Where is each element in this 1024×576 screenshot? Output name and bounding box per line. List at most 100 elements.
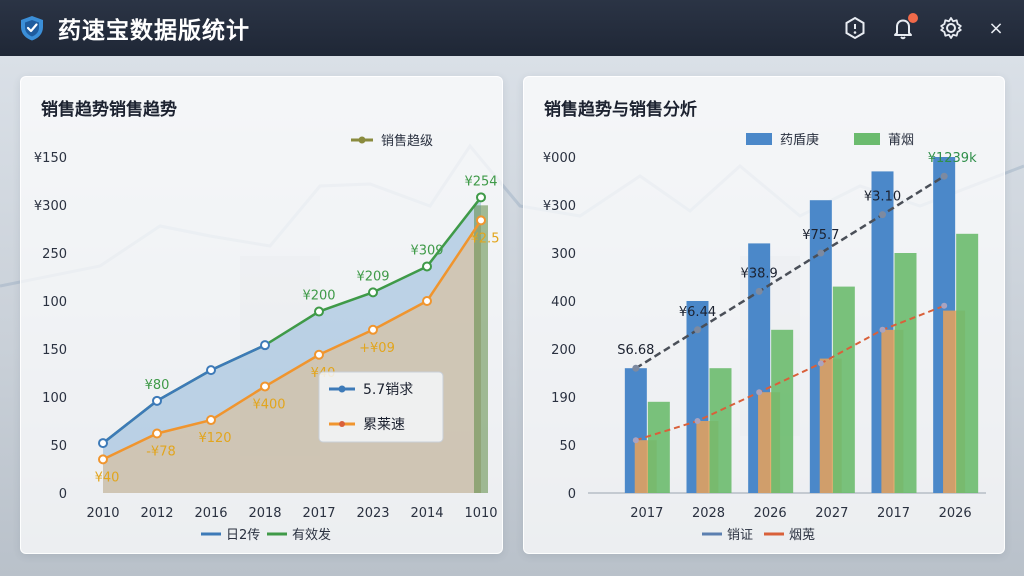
data-point-series2 xyxy=(260,381,270,392)
data-label-series1: ¥309 xyxy=(410,243,443,258)
legend-label-series1: 药盾庚 xyxy=(780,132,819,148)
data-label-series2: ¥2.5 xyxy=(471,231,500,246)
legend-bottom-label: 烟莵 xyxy=(789,528,815,543)
trend-label-upper: ¥75.7 xyxy=(802,228,839,243)
y-tick-label: 50 xyxy=(50,439,67,454)
legend-label-series2: 累莱速 xyxy=(363,417,405,433)
app-title: 药速宝数据版统计 xyxy=(58,18,250,44)
trend-point-lower xyxy=(941,302,948,309)
data-point-series2 xyxy=(98,454,108,465)
top-bar: 药速宝数据版统计 × xyxy=(0,0,1024,56)
legend-bottom-label: 有效发 xyxy=(292,527,331,543)
data-label-series1: ¥209 xyxy=(356,269,389,284)
y-tick-label: ¥150 xyxy=(34,151,67,166)
legend-marker-orange xyxy=(339,421,345,427)
data-label-series2: -¥78 xyxy=(146,444,176,459)
y-tick-label: 300 xyxy=(551,247,576,262)
trend-point-upper xyxy=(755,287,763,295)
y-tick-label: 150 xyxy=(42,343,67,358)
legend-bottom-label: 销证 xyxy=(727,528,753,543)
legend-top-marker xyxy=(358,136,366,144)
legend-marker-blue xyxy=(338,385,346,393)
y-tick-label: 50 xyxy=(559,439,576,454)
legend-bottom-label: 日2传 xyxy=(226,528,260,543)
trend-label-upper: ¥1239k xyxy=(928,151,977,166)
bar-series2 xyxy=(832,286,855,493)
bar-series2 xyxy=(771,329,794,493)
data-point-series2 xyxy=(152,428,162,439)
x-tick-label: 2012 xyxy=(140,506,173,521)
data-point-series1 xyxy=(368,287,378,298)
bar-series2 xyxy=(647,401,670,493)
x-tick-label: 2026 xyxy=(754,506,787,521)
y-tick-label: 200 xyxy=(551,343,576,358)
trend-label-upper: ¥3.10 xyxy=(864,190,901,205)
bar-series2 xyxy=(894,253,917,493)
bar-series2 xyxy=(709,368,732,493)
legend-label-series1: 5.7销求 xyxy=(363,382,413,398)
trend-point-lower xyxy=(632,437,639,444)
data-point-series2 xyxy=(314,349,324,360)
y-tick-label: ¥300 xyxy=(34,199,67,214)
x-tick-label: 2027 xyxy=(815,506,848,521)
trend-point-upper xyxy=(879,211,886,219)
data-label-series2: ¥40 xyxy=(95,470,120,485)
bar-series2 xyxy=(956,233,979,494)
trend-label-upper: ¥38.9 xyxy=(741,266,778,281)
trend-point-upper xyxy=(940,172,948,180)
x-tick-label: 2017 xyxy=(302,506,335,521)
x-tick-label: 2010 xyxy=(86,506,119,521)
data-label-series2: +¥09 xyxy=(359,341,395,356)
data-point-series1 xyxy=(422,261,432,272)
y-tick-label: 0 xyxy=(59,487,67,502)
data-label-series1: ¥254 xyxy=(464,174,497,189)
x-tick-label: 2014 xyxy=(410,506,443,521)
line-chart-panel: 销售趋势销售趋势 0 50 100 150 100 250 ¥300 ¥150 2010 2012… xyxy=(20,76,503,554)
x-tick-label: 2026 xyxy=(939,506,972,521)
trend-point-upper xyxy=(694,326,701,334)
legend-swatch-series2 xyxy=(854,133,880,145)
bell-icon[interactable] xyxy=(890,13,918,41)
x-tick-label: 2017 xyxy=(630,506,663,521)
legend-swatch-series1 xyxy=(746,133,772,145)
y-tick-label: 100 xyxy=(42,295,67,310)
hexagon-icon[interactable] xyxy=(842,15,868,41)
series-end-bar xyxy=(474,205,488,493)
x-tick-label: 2028 xyxy=(692,506,725,521)
trend-label-upper: S6.68 xyxy=(617,343,654,358)
trend-point-upper xyxy=(817,249,825,257)
y-tick-label: 190 xyxy=(551,391,576,406)
bar-chart-panel: 销售趋势与销售分炘 0 50 190 200 400 300 ¥300 ¥000 2017 202… xyxy=(523,76,1005,554)
y-tick-label: ¥300 xyxy=(543,199,576,214)
notification-dot xyxy=(908,13,918,23)
data-label-series2: ¥400 xyxy=(252,397,285,412)
data-label-series2: ¥120 xyxy=(198,431,231,446)
data-label-series1: ¥200 xyxy=(302,289,335,304)
x-tick-label: 2016 xyxy=(194,506,227,521)
legend-top-label: 销售趋级 xyxy=(381,133,433,149)
trend-point-lower xyxy=(879,326,886,333)
x-tick-label: 1010 xyxy=(464,506,497,521)
trend-point-upper xyxy=(632,364,640,372)
data-point-series1 xyxy=(314,306,324,317)
line-chart: 0 50 100 150 100 250 ¥300 ¥150 2010 2012 2016 2018 2… xyxy=(34,133,500,543)
y-tick-label: 250 xyxy=(42,247,67,262)
trend-label-upper: ¥6.44 xyxy=(679,305,716,320)
y-tick-label: 100 xyxy=(42,391,67,406)
shield-logo-icon xyxy=(21,16,43,41)
close-icon[interactable]: × xyxy=(986,18,1006,39)
x-tick-label: 2018 xyxy=(248,506,281,521)
trend-point-lower xyxy=(694,418,701,424)
data-point-series2 xyxy=(368,324,378,335)
trend-point-lower xyxy=(817,360,824,367)
y-tick-label: ¥000 xyxy=(543,151,576,166)
data-point-series2 xyxy=(206,415,216,426)
data-label-series1: ¥80 xyxy=(145,378,170,393)
data-point-series2 xyxy=(476,215,486,226)
y-tick-label: 400 xyxy=(551,295,576,310)
legend-label-series2: 莆烟 xyxy=(888,133,914,148)
bar-chart: 0 50 190 200 400 300 ¥300 ¥000 2017 2028 2026 2027 2… xyxy=(543,132,986,543)
data-point-series1 xyxy=(206,365,216,376)
gear-icon[interactable] xyxy=(938,15,964,41)
data-point-series2 xyxy=(422,296,432,306)
